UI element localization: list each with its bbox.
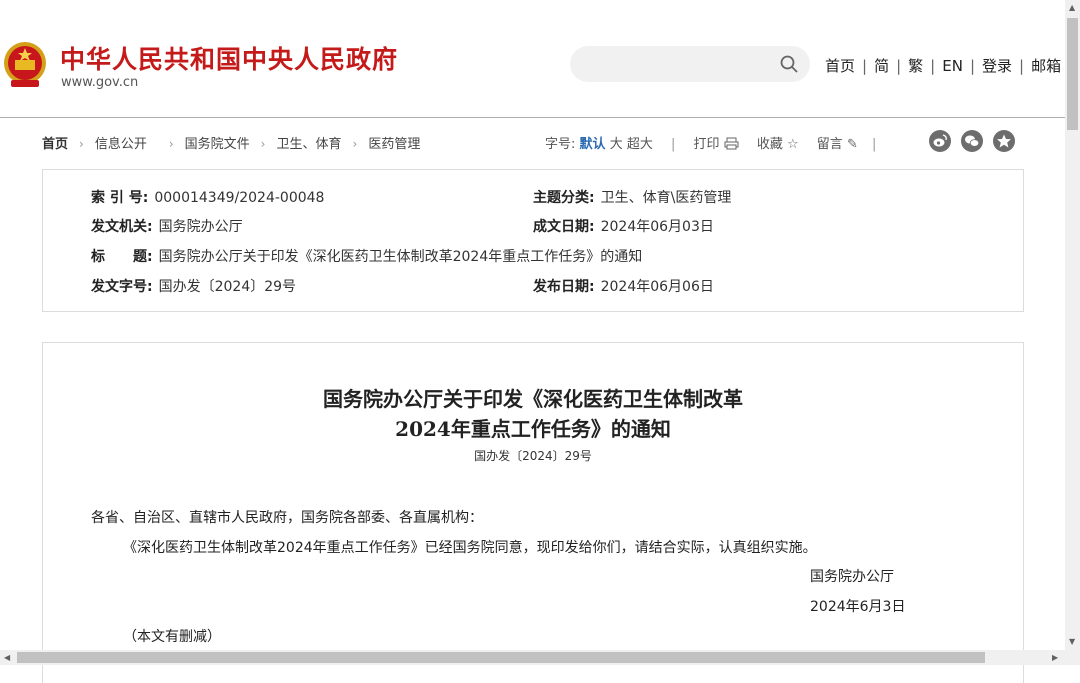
font-xlarge-button[interactable]: 超大 [627, 137, 653, 152]
document-content: 国务院办公厅关于印发《深化医药卫生体制改革 2024年重点工作任务》的通知 国办… [42, 342, 1024, 683]
site-url: www.gov.cn [61, 75, 139, 90]
breadcrumb: 首页 › 信息公开 › 国务院文件 › 卫生、体育 › 医药管理 [42, 137, 421, 152]
doc-number-label: 发文字号: [91, 279, 153, 295]
scroll-up-arrow-icon[interactable]: ▲ [1069, 4, 1075, 12]
print-button[interactable]: 打印 [694, 133, 739, 152]
printer-icon [724, 137, 739, 150]
nav-traditional[interactable]: 繁 [908, 57, 923, 75]
font-large-button[interactable]: 大 [610, 137, 623, 152]
title-value: 国务院办公厅关于印发《深化医药卫生体制改革2024年重点工作任务》的通知 [158, 249, 643, 265]
published-date-label: 发布日期: [533, 279, 595, 295]
salutation: 各省、自治区、直辖市人民政府，国务院各部委、各直属机构： [91, 510, 483, 526]
favorites-star-icon[interactable] [993, 130, 1015, 152]
star-icon: ☆ [786, 137, 799, 152]
search-icon[interactable] [780, 55, 798, 73]
breadcrumb-home[interactable]: 首页 [42, 137, 68, 152]
nav-simplified[interactable]: 简 [874, 57, 889, 75]
category-label: 主题分类: [533, 190, 595, 206]
search-input[interactable] [570, 46, 810, 82]
issuer-value: 国务院办公厅 [158, 219, 243, 235]
top-nav: 首页 | 简 | 繁 | EN | 登录 | 邮箱 [825, 57, 1062, 75]
breadcrumb-health-sports[interactable]: 卫生、体育 [276, 137, 341, 152]
favorite-button[interactable]: 收藏 ☆ [757, 133, 799, 152]
index-value: 000014349/2024-00048 [154, 190, 325, 206]
category-value: 卫生、体育\医药管理 [600, 190, 732, 206]
page-tools: 字号: 默认 大 超大 | 打印 收藏 ☆ 留言 ✎ | [545, 133, 890, 152]
favorite-label: 收藏 [756, 137, 783, 152]
document-title-line-1: 国务院办公厅关于印发《深化医药卫生体制改革 [323, 387, 743, 411]
index-label: 索 引 号: [91, 190, 149, 206]
published-date-value: 2024年06月06日 [600, 279, 714, 295]
issuer-label: 发文机关: [91, 219, 153, 235]
breadcrumb-state-council-docs[interactable]: 国务院文件 [185, 137, 250, 152]
font-size-label: 字号: [545, 137, 576, 152]
comment-button[interactable]: 留言 ✎ [817, 133, 858, 152]
nav-english[interactable]: EN [942, 57, 963, 75]
doc-number-value: 国办发〔2024〕29号 [158, 279, 297, 295]
national-emblem-icon[interactable] [2, 40, 48, 90]
document-info-box: 索 引 号: 000014349/2024-00048 主题分类: 卫生、体育\医药… [42, 169, 1024, 312]
title-label: 标 题: [91, 249, 153, 265]
share-icons [929, 130, 1025, 152]
site-header: 中华人民共和国中央人民政府 www.gov.cn 首页 | 简 | 繁 | EN | 登录 | 邮箱 [0, 0, 1065, 118]
font-default-button[interactable]: 默认 [580, 137, 606, 152]
body-paragraph: 《深化医药卫生体制改革2024年重点工作任务》已经国务院同意，现印发给你们，请结… [123, 540, 817, 556]
created-date-label: 成文日期: [533, 219, 595, 235]
pencil-icon: ✎ [846, 137, 858, 152]
breadcrumb-info-public[interactable]: 信息公开 [95, 137, 147, 152]
scroll-right-arrow-icon[interactable]: ▶ [1052, 654, 1058, 662]
comment-label: 留言 [816, 137, 843, 152]
nav-home[interactable]: 首页 [825, 57, 855, 75]
nav-mail[interactable]: 邮箱 [1031, 57, 1061, 75]
scroll-left-arrow-icon[interactable]: ◀ [4, 654, 10, 662]
document-title-line-2: 2024年重点工作任务》的通知 [395, 417, 671, 441]
vertical-scroll-thumb[interactable] [1067, 18, 1078, 130]
scroll-down-arrow-icon[interactable]: ▼ [1069, 638, 1075, 646]
nav-login[interactable]: 登录 [982, 57, 1012, 75]
signer: 国务院办公厅 [810, 569, 894, 585]
breadcrumb-medicine[interactable]: 医药管理 [368, 137, 420, 152]
signature-date: 2024年6月3日 [810, 599, 906, 615]
horizontal-scroll-thumb[interactable] [17, 652, 985, 663]
created-date-value: 2024年06月03日 [600, 219, 714, 235]
wechat-icon[interactable] [961, 130, 983, 152]
abridged-note: （本文有删减） [123, 629, 221, 645]
site-title[interactable]: 中华人民共和国中央人民政府 [60, 40, 398, 76]
weibo-icon[interactable] [929, 130, 951, 152]
print-label: 打印 [693, 137, 720, 152]
document-number: 国办发〔2024〕29号 [474, 449, 592, 463]
